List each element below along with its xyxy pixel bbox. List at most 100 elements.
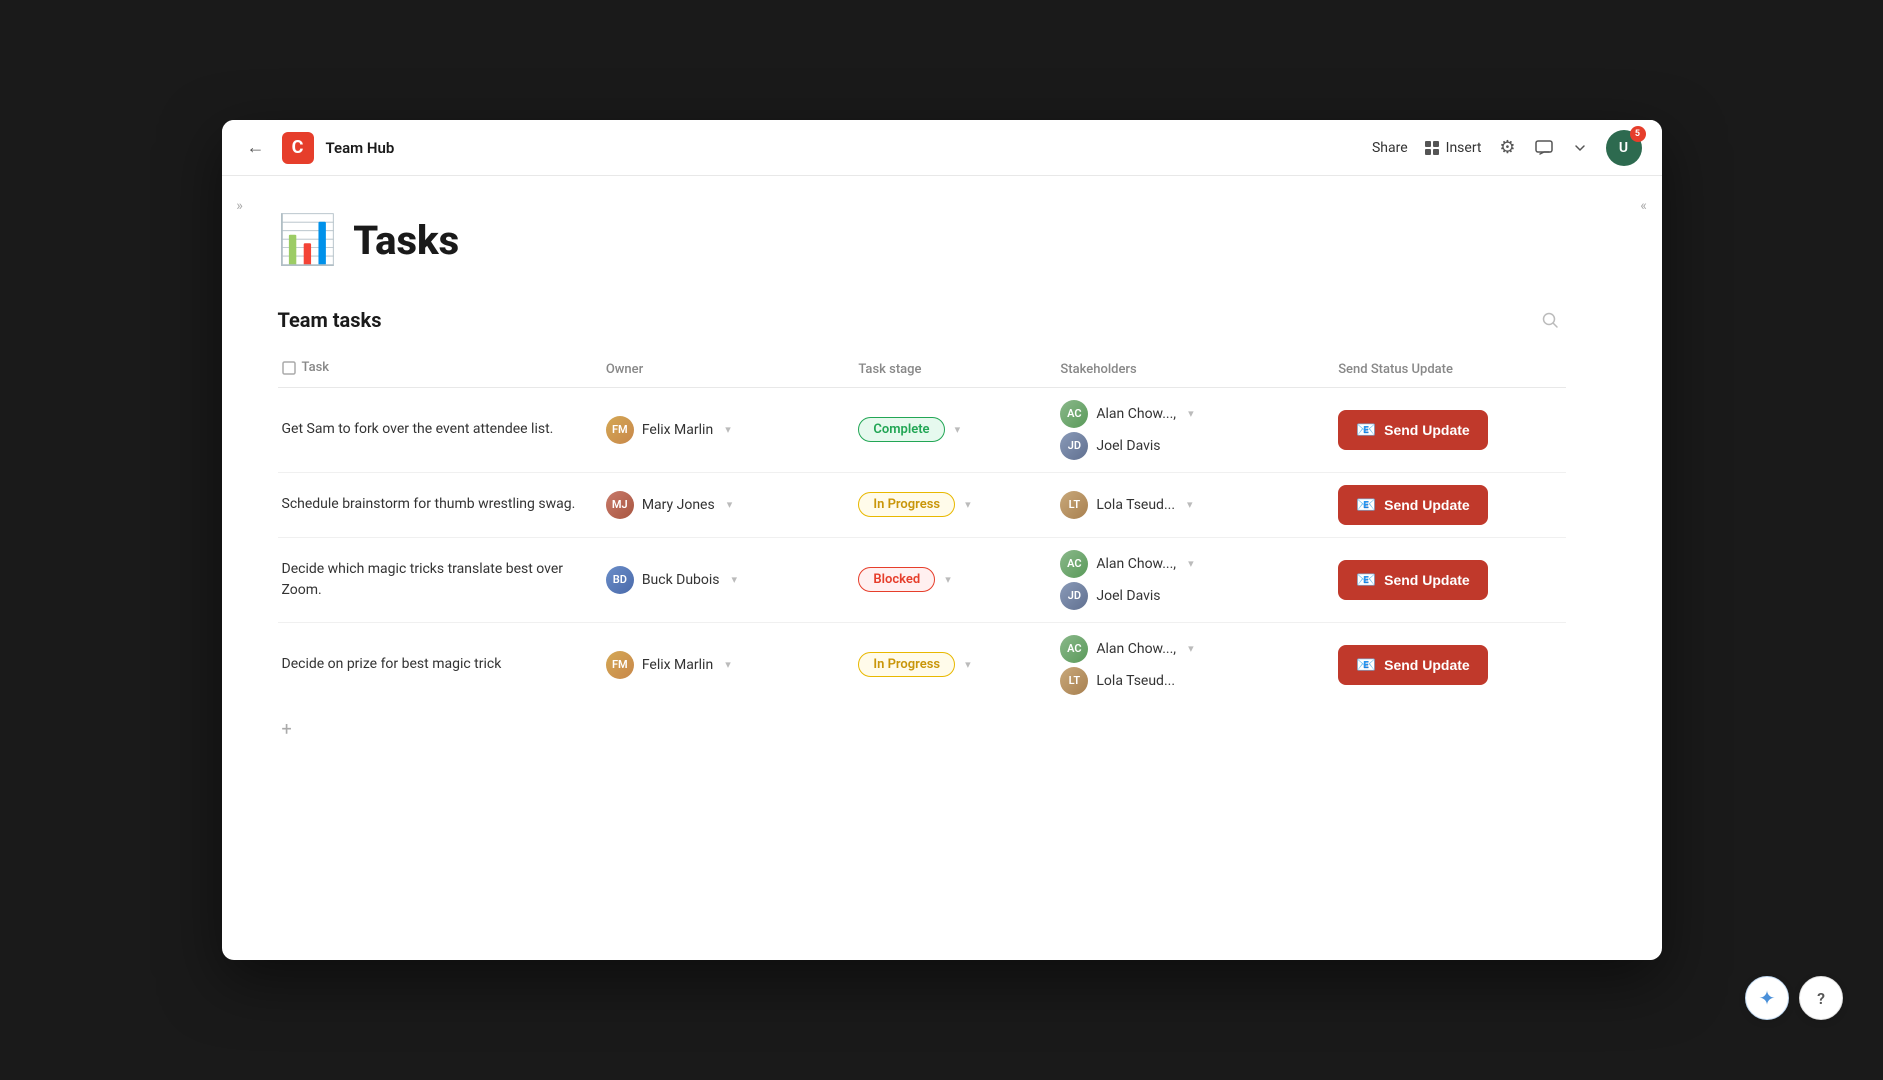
tasks-table: Task Owner Task stage Stakeholders Send … (278, 352, 1566, 707)
stakeholders-cell: AC Alan Chow..., ▾ LT Lola Tseud... (1060, 622, 1338, 707)
task-cell: Schedule brainstorm for thumb wrestling … (278, 472, 606, 537)
page-content: 📊 Tasks Team tasks (258, 176, 1626, 960)
stakeholder-dropdown[interactable]: ▾ (1188, 557, 1194, 570)
owner-cell: FM Felix Marlin ▾ (606, 622, 859, 707)
owner-dropdown[interactable]: ▾ (725, 658, 731, 671)
send-update-button[interactable]: 📧 Send Update (1338, 560, 1488, 600)
page-icon: 📊 (278, 216, 338, 264)
stage-dropdown[interactable]: ▾ (955, 423, 961, 436)
owner-dropdown[interactable]: ▾ (732, 573, 738, 586)
notification-badge: 5 (1630, 126, 1646, 142)
task-col-icon (282, 361, 296, 375)
left-sidebar-collapse: » (222, 176, 258, 960)
send-update-cell: 📧 Send Update (1338, 387, 1565, 472)
user-avatar[interactable]: U 5 (1606, 130, 1642, 166)
stakeholder-avatar: JD (1060, 432, 1088, 460)
settings-icon[interactable]: ⚙ (1498, 138, 1518, 158)
stakeholder-avatar: AC (1060, 635, 1088, 663)
chat-icon[interactable] (1534, 138, 1554, 158)
stakeholder-name: Joel Davis (1096, 588, 1160, 604)
stakeholders-cell: AC Alan Chow..., ▾ JD Joel Davis (1060, 537, 1338, 622)
help-button[interactable]: ? (1799, 976, 1843, 1020)
app-title: Team Hub (326, 139, 395, 157)
stakeholder-row: LT Lola Tseud... (1060, 667, 1326, 695)
table-row: Decide on prize for best magic trick FM … (278, 622, 1566, 707)
stakeholder-name: Alan Chow..., (1096, 556, 1176, 572)
page-title: Tasks (353, 217, 459, 264)
page-header: 📊 Tasks (278, 216, 1566, 264)
stage-badge: In Progress (858, 492, 955, 517)
owner-cell: BD Buck Dubois ▾ (606, 537, 859, 622)
owner-name: Felix Marlin (642, 422, 713, 438)
stage-cell: Blocked ▾ (858, 537, 1060, 622)
owner-avatar: FM (606, 416, 634, 444)
stakeholders-cell: LT Lola Tseud... ▾ (1060, 472, 1338, 537)
stage-cell: In Progress ▾ (858, 472, 1060, 537)
stakeholder-dropdown[interactable]: ▾ (1188, 407, 1194, 420)
send-update-label: Send Update (1384, 572, 1470, 588)
main-layout: » 📊 Tasks Team tasks (222, 176, 1662, 960)
add-row-button[interactable]: + (278, 707, 296, 752)
stage-dropdown[interactable]: ▾ (965, 658, 971, 671)
insert-button[interactable]: Insert (1424, 140, 1482, 156)
stage-cell: Complete ▾ (858, 387, 1060, 472)
floating-buttons: ✦ ? (1745, 976, 1843, 1020)
stakeholder-avatar: LT (1060, 667, 1088, 695)
stakeholder-name: Alan Chow..., (1096, 406, 1176, 422)
stakeholder-row: JD Joel Davis (1060, 432, 1326, 460)
col-header-task: Task (278, 352, 606, 387)
send-update-label: Send Update (1384, 422, 1470, 438)
owner-dropdown[interactable]: ▾ (725, 423, 731, 436)
owner-cell: MJ Mary Jones ▾ (606, 472, 859, 537)
stakeholder-avatar: AC (1060, 400, 1088, 428)
search-button[interactable] (1534, 304, 1566, 336)
stakeholder-row: AC Alan Chow..., ▾ (1060, 635, 1326, 663)
topbar: ← C Team Hub Share Insert ⚙ (222, 120, 1662, 176)
stakeholder-avatar: LT (1060, 491, 1088, 519)
send-update-cell: 📧 Send Update (1338, 622, 1565, 707)
stage-badge: In Progress (858, 652, 955, 677)
owner-name: Buck Dubois (642, 572, 720, 588)
owner-dropdown[interactable]: ▾ (727, 498, 733, 511)
section-header: Team tasks (278, 304, 1566, 336)
section-title: Team tasks (278, 308, 382, 332)
owner-avatar: BD (606, 566, 634, 594)
stage-dropdown[interactable]: ▾ (945, 573, 951, 586)
back-button[interactable]: ← (242, 134, 270, 162)
send-update-label: Send Update (1384, 657, 1470, 673)
owner-name: Mary Jones (642, 497, 715, 513)
col-header-stakeholders: Stakeholders (1060, 352, 1338, 387)
collapse-right-button[interactable]: « (1630, 192, 1658, 220)
stakeholder-dropdown[interactable]: ▾ (1187, 498, 1193, 511)
stakeholder-avatar: JD (1060, 582, 1088, 610)
table-row: Schedule brainstorm for thumb wrestling … (278, 472, 1566, 537)
send-icon: 📧 (1356, 570, 1376, 590)
col-header-send: Send Status Update (1338, 352, 1565, 387)
owner-avatar: MJ (606, 491, 634, 519)
sparkle-button[interactable]: ✦ (1745, 976, 1789, 1020)
app-logo: C (282, 132, 314, 164)
owner-name: Felix Marlin (642, 657, 713, 673)
stage-dropdown[interactable]: ▾ (965, 498, 971, 511)
send-update-cell: 📧 Send Update (1338, 472, 1565, 537)
stage-cell: In Progress ▾ (858, 622, 1060, 707)
owner-avatar: FM (606, 651, 634, 679)
table-header-row: Task Owner Task stage Stakeholders Send … (278, 352, 1566, 387)
stakeholder-row: AC Alan Chow..., ▾ (1060, 400, 1326, 428)
chevron-down-icon[interactable] (1570, 138, 1590, 158)
send-update-button[interactable]: 📧 Send Update (1338, 645, 1488, 685)
send-icon: 📧 (1356, 420, 1376, 440)
stakeholder-name: Lola Tseud... (1096, 673, 1175, 689)
owner-cell: FM Felix Marlin ▾ (606, 387, 859, 472)
send-update-button[interactable]: 📧 Send Update (1338, 485, 1488, 525)
share-button[interactable]: Share (1372, 140, 1408, 156)
send-update-cell: 📧 Send Update (1338, 537, 1565, 622)
send-update-button[interactable]: 📧 Send Update (1338, 410, 1488, 450)
stakeholder-avatar: AC (1060, 550, 1088, 578)
stakeholder-row: LT Lola Tseud... ▾ (1060, 491, 1326, 519)
stakeholder-dropdown[interactable]: ▾ (1188, 642, 1194, 655)
table-row: Get Sam to fork over the event attendee … (278, 387, 1566, 472)
stage-badge: Complete (858, 417, 944, 442)
stakeholder-row: AC Alan Chow..., ▾ (1060, 550, 1326, 578)
expand-left-button[interactable]: » (226, 192, 254, 220)
